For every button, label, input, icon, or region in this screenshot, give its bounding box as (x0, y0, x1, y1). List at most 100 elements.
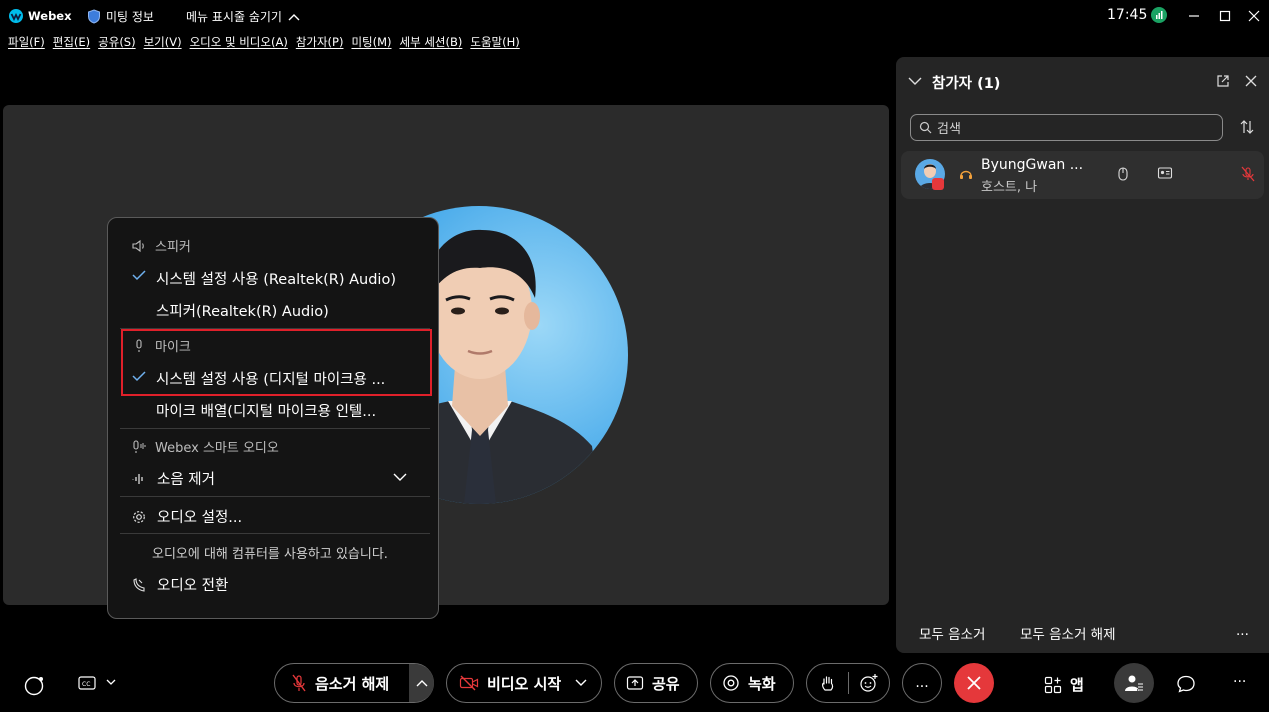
noise-removal-dropdown[interactable]: 소음 제거 (131, 468, 215, 489)
speaker-icon (131, 239, 147, 253)
reactions-group (806, 663, 890, 703)
apps-label: 앱 (1070, 676, 1084, 694)
smart-audio-header-label: Webex 스마트 오디오 (155, 441, 279, 456)
menu-participants[interactable]: 참가자(P) (296, 34, 344, 56)
chevron-up-icon (288, 13, 300, 21)
switch-audio-item[interactable]: 오디오 전환 (131, 574, 228, 595)
speaker-option-realtek-label: 스피커(Realtek(R) Audio) (156, 304, 329, 320)
app-name: Webex (28, 9, 72, 23)
menu-edit[interactable]: 편집(E) (53, 34, 90, 56)
chat-icon[interactable] (1176, 674, 1196, 694)
title-bar: Webex 미팅 정보 메뉴 표시줄 숨기기 17:45 (0, 0, 1269, 32)
search-placeholder: 검색 (937, 122, 961, 137)
switch-audio-icon (131, 577, 147, 593)
svg-text:CC: CC (82, 681, 90, 688)
mic-option-array-label: 마이크 배열(디지털 마이크용 인텔... (156, 404, 377, 420)
meeting-info-button[interactable]: 미팅 정보 (87, 8, 154, 25)
speaker-option-system[interactable]: 시스템 설정 사용 (Realtek(R) Audio) (156, 268, 396, 289)
apps-icon (1044, 676, 1062, 694)
share-label: 공유 (652, 674, 680, 693)
participant-row[interactable]: ByungGwan ... 호스트, 나 (901, 151, 1264, 199)
host-badge-icon (932, 178, 944, 190)
maximize-button[interactable] (1215, 6, 1235, 26)
divider (120, 496, 430, 497)
mic-section-highlight (121, 329, 432, 396)
more-options-button[interactable]: ... (902, 663, 942, 703)
webex-logo-icon (8, 8, 24, 24)
shield-icon (87, 9, 101, 24)
closed-caption-icon[interactable]: CC (78, 676, 118, 690)
menu-help[interactable]: 도움말(H) (470, 34, 519, 56)
record-icon (722, 674, 740, 692)
share-button[interactable]: 공유 (614, 663, 698, 703)
panel-more-button[interactable]: ... (1236, 623, 1249, 639)
audio-settings-item[interactable]: 오디오 설정... (131, 506, 242, 527)
raise-hand-icon[interactable] (819, 674, 837, 692)
layout-status-icon[interactable] (23, 674, 45, 696)
menu-view[interactable]: 보기(V) (144, 34, 182, 56)
meeting-info-label: 미팅 정보 (106, 10, 154, 24)
clock: 17:45 (1107, 7, 1148, 23)
menu-share[interactable]: 공유(S) (98, 34, 135, 56)
menu-toggle-label: 메뉴 표시줄 숨기기 (186, 10, 282, 24)
participant-search-input[interactable]: 검색 (910, 114, 1223, 141)
share-icon (626, 675, 644, 691)
emoji-reaction-icon[interactable] (859, 673, 879, 693)
muted-mic-icon[interactable] (1241, 166, 1255, 182)
participants-title: 참가자 (1) (932, 76, 1001, 92)
popout-icon[interactable] (1216, 74, 1230, 88)
end-call-button[interactable] (954, 663, 994, 703)
audio-options-chevron[interactable] (409, 664, 434, 702)
video-off-icon (459, 675, 479, 691)
close-panel-icon[interactable] (1244, 74, 1258, 88)
minimize-button[interactable] (1184, 6, 1204, 26)
chevron-down-icon[interactable] (575, 679, 587, 687)
participants-icon (1124, 674, 1144, 692)
sort-icon[interactable] (1239, 119, 1255, 135)
chevron-down-icon[interactable] (393, 472, 407, 482)
check-icon (132, 269, 146, 281)
muted-mic-icon (291, 674, 307, 692)
divider (120, 533, 430, 534)
speaker-header-label: 스피커 (155, 240, 191, 255)
audio-settings-label: 오디오 설정... (157, 510, 243, 526)
apps-button[interactable]: 앱 (1044, 674, 1084, 695)
record-label: 녹화 (748, 674, 776, 693)
participants-panel: 참가자 (1) 검색 ByungGwan ... 호스트, 나 모두 음소거 모… (896, 57, 1269, 653)
menu-breakout[interactable]: 세부 세션(B) (400, 34, 463, 56)
noise-wave-icon (131, 472, 145, 486)
audio-connection-icon (958, 166, 974, 182)
speaker-section-header: 스피커 (131, 236, 191, 255)
overflow-more-button[interactable]: ··· (1233, 674, 1246, 690)
menu-meeting[interactable]: 미팅(M) (351, 34, 391, 56)
close-window-button[interactable] (1244, 6, 1264, 26)
start-video-button[interactable]: 비디오 시작 (446, 663, 602, 703)
participant-name: ByungGwan ... (981, 157, 1084, 173)
record-button[interactable]: 녹화 (710, 663, 794, 703)
audio-status-label: 오디오에 대해 컴퓨터를 사용하고 있습니다. (152, 547, 388, 562)
unmute-button[interactable]: 음소거 해제 (274, 663, 434, 703)
mic-option-array[interactable]: 마이크 배열(디지털 마이크용 인텔... (156, 400, 376, 421)
participants-toggle-button[interactable] (1114, 663, 1154, 703)
audio-status-text: 오디오에 대해 컴퓨터를 사용하고 있습니다. (152, 543, 388, 562)
signal-strength-icon[interactable] (1151, 7, 1167, 23)
mouse-icon (1117, 166, 1129, 182)
unmute-all-button[interactable]: 모두 음소거 해제 (1020, 623, 1116, 643)
smart-audio-section-header: Webex 스마트 오디오 (131, 437, 279, 456)
mute-all-button[interactable]: 모두 음소거 (919, 623, 985, 643)
menu-file[interactable]: 파일(F) (8, 34, 45, 56)
menu-audio-video[interactable]: 오디오 및 비디오(A) (190, 34, 288, 56)
divider (848, 672, 849, 694)
collapse-chevron-icon[interactable] (908, 76, 922, 86)
menu-toggle-button[interactable]: 메뉴 표시줄 숨기기 (186, 8, 300, 25)
switch-audio-label: 오디오 전환 (157, 578, 229, 594)
gear-icon (131, 509, 147, 525)
close-icon (966, 675, 982, 691)
unmute-label: 음소거 해제 (315, 674, 390, 693)
noise-removal-label: 소음 제거 (157, 472, 215, 488)
divider (120, 428, 430, 429)
menu-bar: 파일(F) 편집(E) 공유(S) 보기(V) 오디오 및 비디오(A) 참가자… (0, 34, 528, 56)
contact-card-icon (1157, 166, 1173, 180)
search-icon (919, 121, 932, 134)
speaker-option-realtek[interactable]: 스피커(Realtek(R) Audio) (156, 300, 329, 321)
